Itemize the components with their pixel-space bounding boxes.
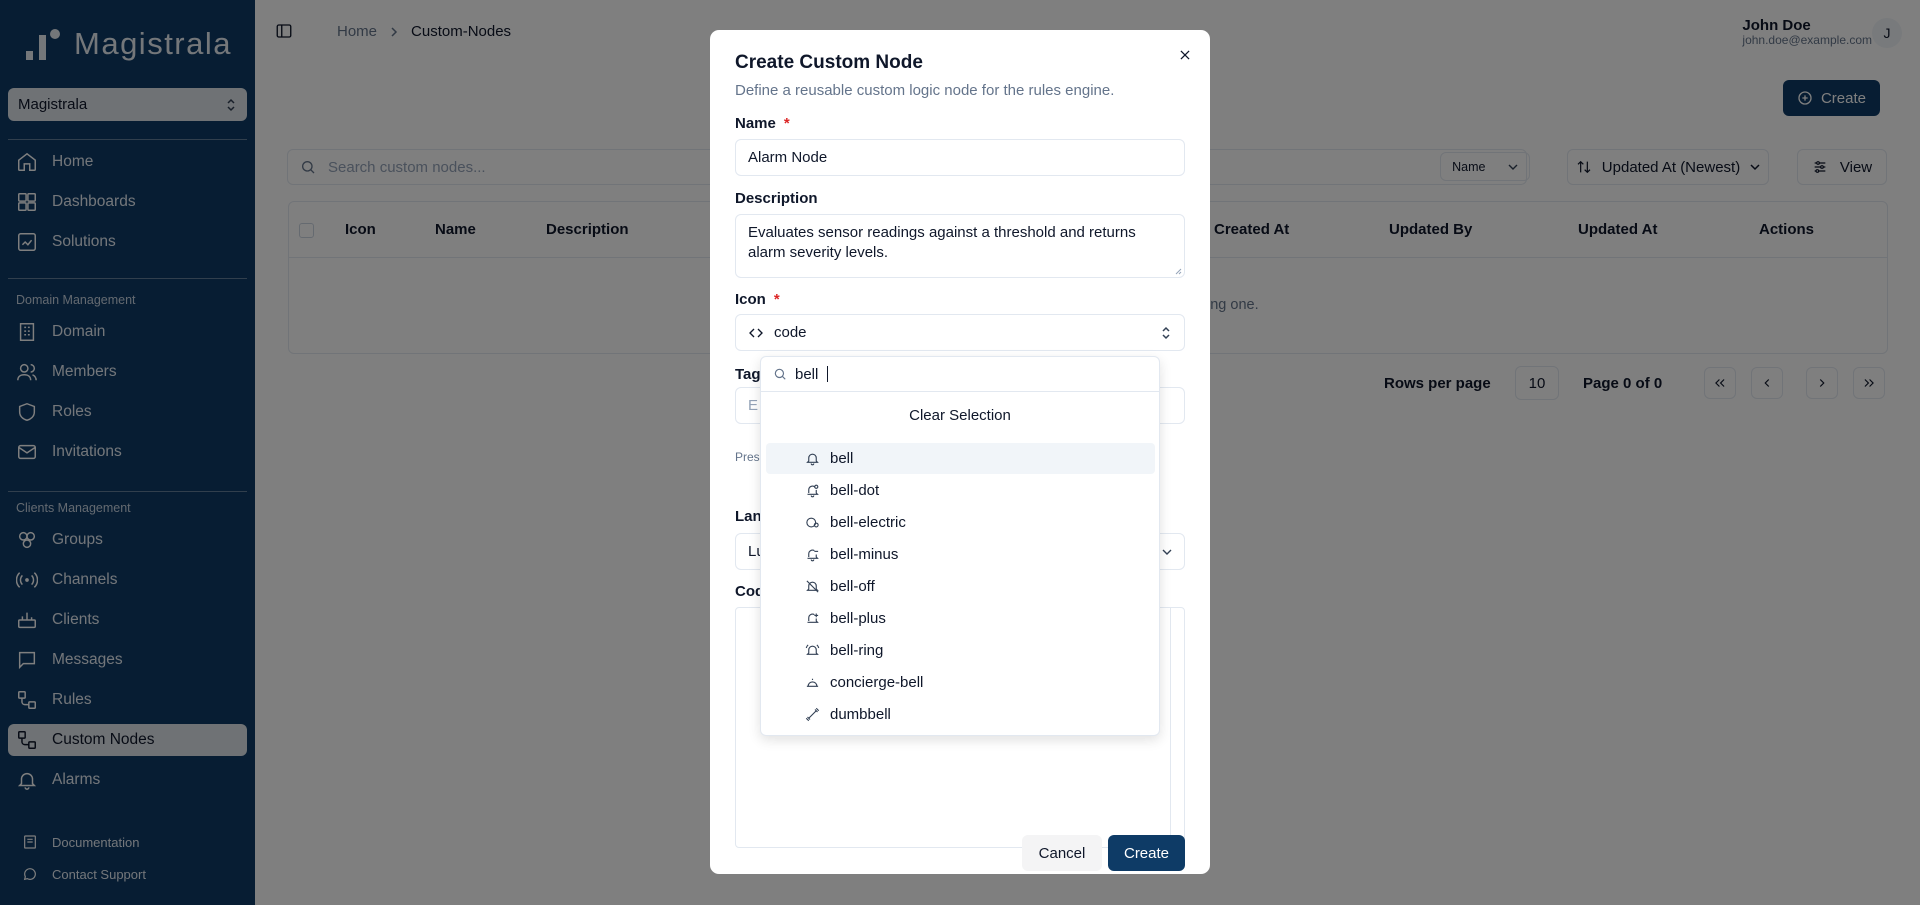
code-icon [749,328,763,337]
bell-plus-icon [807,613,819,623]
chevron-down-icon [1162,549,1172,555]
chevrons-up-down-icon [1162,326,1170,339]
close-button[interactable] [1178,48,1192,62]
icon-option-bell[interactable]: bell [766,443,1155,474]
required-mark: * [773,291,780,308]
icon-option-concierge-bell[interactable]: concierge-bell [766,667,1155,698]
dialog-subtitle: Define a reusable custom logic node for … [735,82,1115,99]
cancel-button[interactable]: Cancel [1022,835,1102,871]
bell-minus-icon [807,549,819,562]
icon-option-label: bell [830,450,854,467]
icon-option-label: bell-dot [830,482,880,499]
icon-option-label: bell-minus [830,546,899,563]
icon-option-bell-ring[interactable]: bell-ring [766,635,1155,666]
bell-icon [806,453,819,466]
bell-off-icon [806,580,819,593]
language-label: Lan [735,508,762,525]
icon-option-label: concierge-bell [830,674,924,691]
name-label-text: Name [735,115,776,132]
name-value: Alarm Node [748,149,828,166]
icon-picker-dropdown: bell Clear Selection bell bell-dot bell-… [760,356,1160,736]
tags-label: Tag [735,366,761,383]
dumbbell-icon [805,707,820,722]
bell-electric-icon [806,517,819,528]
icon-option-bell-electric[interactable]: bell-electric [766,507,1155,538]
icon-search-input[interactable]: bell [761,357,1159,392]
description-field[interactable]: Evaluates sensor readings against a thre… [735,214,1185,278]
icon-select-value: code [774,324,807,341]
bell-ring-icon [805,644,820,655]
create-button[interactable]: Create [1108,835,1185,871]
required-mark: * [783,115,790,132]
icon-select[interactable]: code [735,314,1185,351]
icon-option-label: dumbbell [830,706,891,723]
description-value: Evaluates sensor readings against a thre… [748,224,1136,261]
concierge-bell-icon [806,678,819,687]
icon-option-bell-minus[interactable]: bell-minus [766,539,1155,570]
bell-dot-icon [807,484,819,498]
preset-hint: Pres [735,450,760,464]
name-label: Name * [735,115,790,132]
icon-option-dumbbell[interactable]: dumbbell [766,699,1155,730]
icon-option-label: bell-plus [830,610,886,627]
icon-option-label: bell-ring [830,642,884,659]
dialog-title: Create Custom Node [735,52,923,73]
code-editor-scrollbar[interactable] [1170,608,1184,847]
clear-selection-option[interactable]: Clear Selection [761,407,1159,424]
search-icon [774,368,786,380]
text-cursor [827,366,829,382]
icon-option-bell-off[interactable]: bell-off [766,571,1155,602]
icon-option-bell-dot[interactable]: bell-dot [766,475,1155,506]
icon-option-label: bell-off [830,578,875,595]
name-field[interactable]: Alarm Node [735,139,1185,176]
icon-option-label: bell-electric [830,514,906,531]
description-label: Description [735,190,818,207]
tags-placeholder: E [748,397,759,414]
icon-label-text: Icon [735,291,766,308]
close-icon [1180,50,1190,60]
icon-search-value: bell [795,365,819,383]
resize-handle-icon[interactable] [1174,267,1182,275]
icon-label: Icon * [735,291,780,308]
icon-option-bell-plus[interactable]: bell-plus [766,603,1155,634]
